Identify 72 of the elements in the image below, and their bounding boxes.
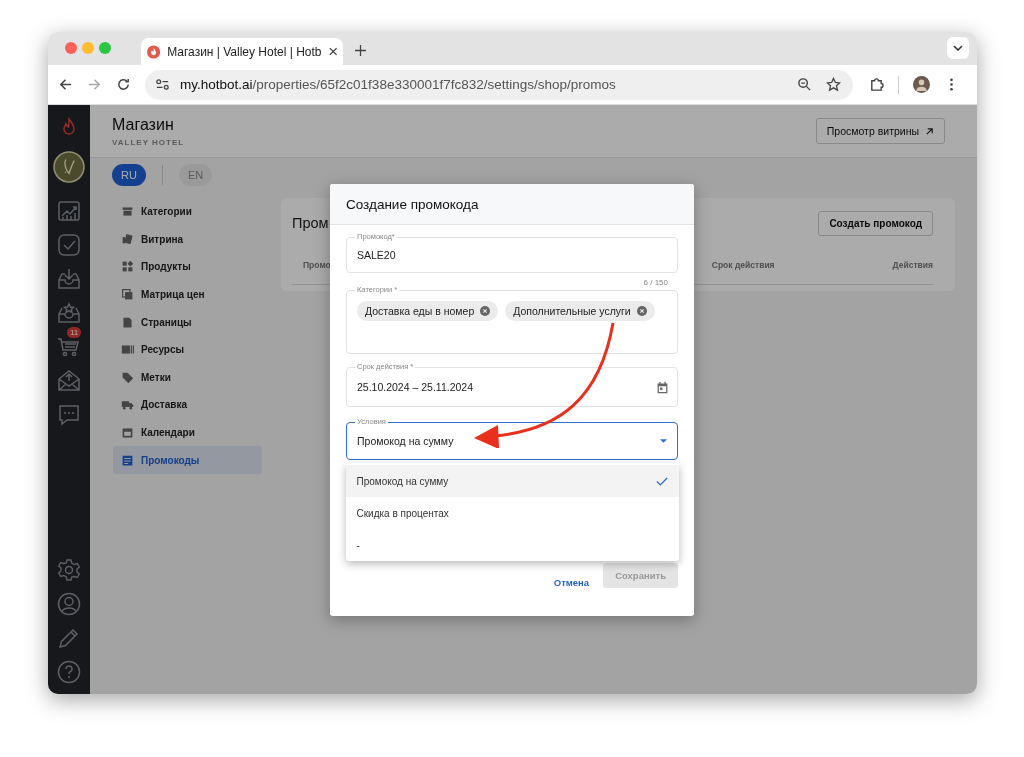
- contact-card-icon: [121, 343, 134, 357]
- cart-icon[interactable]: [57, 335, 81, 359]
- document-icon: [121, 315, 134, 329]
- nav-item[interactable]: Промокоды: [113, 446, 262, 474]
- nav-item[interactable]: Метки: [113, 363, 262, 392]
- calendar-icon: [121, 426, 134, 440]
- page-title: Магазин: [112, 115, 175, 134]
- nav-item[interactable]: Календари: [113, 418, 262, 447]
- tag-icon: [121, 370, 134, 384]
- pencil-icon[interactable]: [57, 626, 81, 650]
- nav-item[interactable]: Продукты: [113, 253, 262, 281]
- category-chip[interactable]: Доставка еды в номер: [357, 301, 499, 321]
- bookmark-star-icon[interactable]: [826, 77, 841, 92]
- maximize-window-button[interactable]: [99, 42, 111, 54]
- browser-tab[interactable]: Магазин | Valley Hotel | Hotb: [141, 38, 343, 65]
- zoom-out-icon[interactable]: [797, 77, 812, 92]
- storefront-button[interactable]: Просмотр витрины: [815, 118, 945, 144]
- user-icon[interactable]: [57, 592, 81, 616]
- category-chip[interactable]: Дополнительные услуги: [505, 301, 655, 321]
- cancel-button[interactable]: Отмена: [553, 570, 590, 595]
- document-icon: [121, 453, 134, 467]
- external-arrow-icon: [925, 126, 934, 136]
- nav-item[interactable]: Доставка: [113, 391, 262, 419]
- column-header: Срок действия: [711, 260, 775, 270]
- address-bar[interactable]: my.hotbot.ai/properties/65f2c01f38e330001f7fc832/settings/shop/promos: [145, 69, 853, 100]
- column-header: Действия: [892, 260, 933, 270]
- flame-icon: [147, 44, 161, 59]
- menu-option[interactable]: -: [345, 529, 679, 561]
- chevron-down-icon: [953, 45, 963, 51]
- settings-icon[interactable]: [57, 558, 81, 582]
- chat-icon[interactable]: [57, 403, 81, 427]
- help-icon[interactable]: [57, 660, 81, 684]
- cards-icon: [121, 232, 134, 246]
- create-promo-button[interactable]: Создать промокод: [818, 210, 933, 236]
- language-tab[interactable]: RU: [112, 164, 146, 186]
- remove-icon[interactable]: [636, 306, 647, 316]
- panel-title: Пром: [292, 215, 329, 231]
- cart-count-badge: 11: [67, 327, 82, 338]
- remove-icon[interactable]: [480, 306, 491, 316]
- store-icon: [121, 205, 134, 219]
- profile-avatar[interactable]: [913, 76, 930, 93]
- inbox-download-icon[interactable]: [57, 267, 81, 291]
- nav-item[interactable]: Категории: [113, 198, 262, 226]
- nav-item[interactable]: Витрина: [113, 225, 262, 254]
- menu-option[interactable]: Промокод на сумму: [345, 465, 679, 497]
- nav-item[interactable]: Страницы: [113, 308, 262, 336]
- close-window-button[interactable]: [65, 42, 77, 54]
- truck-icon: [121, 398, 134, 412]
- nav-item[interactable]: Ресурсы: [113, 335, 262, 364]
- column-header: Промо: [303, 260, 331, 270]
- hotel-name: VALLEY HOTEL: [112, 137, 185, 147]
- forward-icon[interactable]: [87, 77, 102, 92]
- envelope-upload-icon[interactable]: [57, 369, 81, 393]
- checkbox-icon[interactable]: [57, 233, 81, 257]
- grid-icon: [121, 260, 134, 274]
- checkmark-icon: [655, 476, 668, 486]
- tab-list-button[interactable]: [947, 37, 969, 59]
- hotel-avatar[interactable]: [53, 151, 85, 183]
- menu-option[interactable]: Скидка в процентах: [345, 497, 679, 529]
- reload-icon[interactable]: [116, 77, 131, 92]
- calendar-icon[interactable]: [656, 380, 669, 394]
- close-tab-icon[interactable]: [328, 47, 337, 56]
- caret-icon: [660, 439, 667, 443]
- extensions-icon[interactable]: [869, 77, 884, 92]
- dialog-title: Создание промокода: [346, 196, 479, 212]
- character-counter: 6 / 150: [643, 278, 668, 287]
- new-tab-icon[interactable]: [355, 45, 366, 56]
- inbox-star-icon[interactable]: [57, 301, 81, 325]
- chart-icon[interactable]: [57, 199, 81, 223]
- back-icon[interactable]: [58, 77, 73, 92]
- site-settings-icon[interactable]: [155, 77, 170, 92]
- nav-item[interactable]: Матрица цен: [113, 280, 262, 309]
